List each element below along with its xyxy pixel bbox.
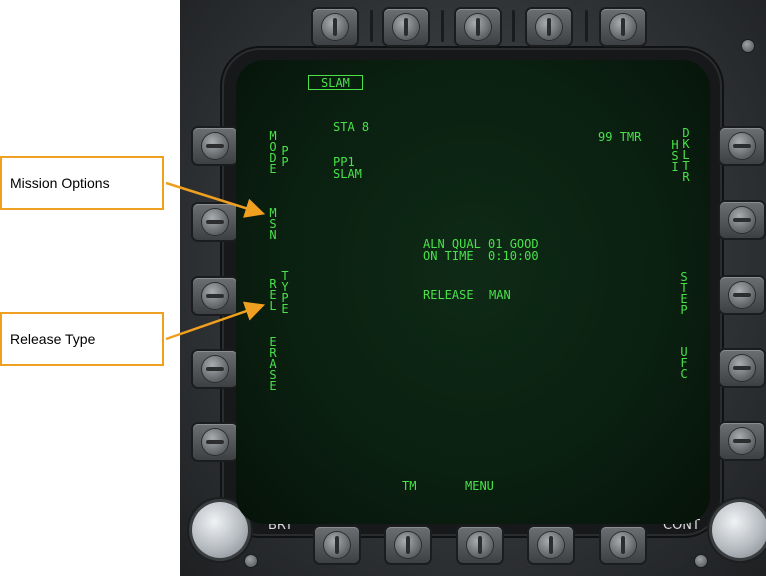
pp-weapon-label: SLAM: [333, 167, 362, 181]
osb-cap-icon: [202, 283, 228, 309]
screw-icon: [695, 555, 707, 567]
osb-cap-icon: [395, 532, 421, 558]
osb-bottom-5[interactable]: [601, 527, 645, 563]
mission-options-callout: Mission Options: [0, 156, 164, 210]
osb-cap-icon: [610, 14, 636, 40]
menu-option[interactable]: MENU: [465, 480, 494, 492]
osb-bottom-3[interactable]: [458, 527, 502, 563]
osb-cap-icon: [393, 14, 419, 40]
osb-right-3[interactable]: [720, 277, 764, 313]
osb-cap-icon: [610, 532, 636, 558]
osb-left-2[interactable]: [193, 204, 237, 240]
on-time-readout: ON TIME 0:10:00: [423, 249, 539, 263]
tm-option[interactable]: TM: [402, 480, 416, 492]
osb-cap-icon: [729, 428, 755, 454]
osb-right-2[interactable]: [720, 202, 764, 238]
osb-cap-icon: [322, 14, 348, 40]
mode-option[interactable]: MODE: [268, 130, 278, 175]
osb-bottom-2[interactable]: [386, 527, 430, 563]
pp-option[interactable]: PP: [280, 145, 290, 168]
erase-option[interactable]: ERASE: [268, 336, 278, 392]
button-divider: [370, 10, 373, 42]
contrast-knob[interactable]: [712, 502, 766, 558]
osb-cap-icon: [202, 356, 228, 382]
osb-left-3[interactable]: [193, 278, 237, 314]
osb-cap-icon: [465, 14, 491, 40]
osb-right-5[interactable]: [720, 423, 764, 459]
rel-option[interactable]: REL: [268, 278, 278, 312]
osb-right-4[interactable]: [720, 350, 764, 386]
osb-left-5[interactable]: [193, 424, 237, 460]
osb-cap-icon: [202, 209, 228, 235]
osb-top-3[interactable]: [456, 9, 500, 45]
osb-top-1[interactable]: [313, 9, 357, 45]
dkltr-option[interactable]: DKLTR: [681, 127, 691, 183]
osb-cap-icon: [467, 532, 493, 558]
osb-left-4[interactable]: [193, 351, 237, 387]
button-divider: [441, 10, 444, 42]
ufc-option[interactable]: UFC: [679, 346, 689, 380]
osb-cap-icon: [729, 355, 755, 381]
timer-label: 99 TMR: [598, 130, 642, 144]
weapon-title-box: SLAM: [308, 75, 363, 90]
button-divider: [585, 10, 588, 42]
screw-icon: [742, 40, 754, 52]
station-label: STA 8: [333, 120, 370, 134]
release-mode-value: MAN: [489, 288, 511, 302]
osb-top-5[interactable]: [601, 9, 645, 45]
button-divider: [512, 10, 515, 42]
osb-cap-icon: [729, 282, 755, 308]
screw-icon: [245, 555, 257, 567]
osb-cap-icon: [202, 429, 228, 455]
osb-cap-icon: [729, 133, 755, 159]
hsi-option[interactable]: HSI: [670, 139, 680, 173]
release-label: RELEASE: [423, 288, 474, 302]
osb-bottom-4[interactable]: [529, 527, 573, 563]
osb-left-1[interactable]: [193, 128, 237, 164]
osb-top-2[interactable]: [384, 9, 428, 45]
osb-bottom-1[interactable]: [315, 527, 359, 563]
osb-cap-icon: [324, 532, 350, 558]
osb-cap-icon: [202, 133, 228, 159]
osb-cap-icon: [538, 532, 564, 558]
osb-right-1[interactable]: [720, 128, 764, 164]
msn-option[interactable]: MSN: [268, 207, 278, 241]
step-option[interactable]: STEP: [679, 271, 689, 316]
release-type-callout: Release Type: [0, 312, 164, 366]
osb-top-4[interactable]: [527, 9, 571, 45]
osb-cap-icon: [536, 14, 562, 40]
osb-cap-icon: [729, 207, 755, 233]
type-option[interactable]: TYPE: [280, 270, 290, 315]
